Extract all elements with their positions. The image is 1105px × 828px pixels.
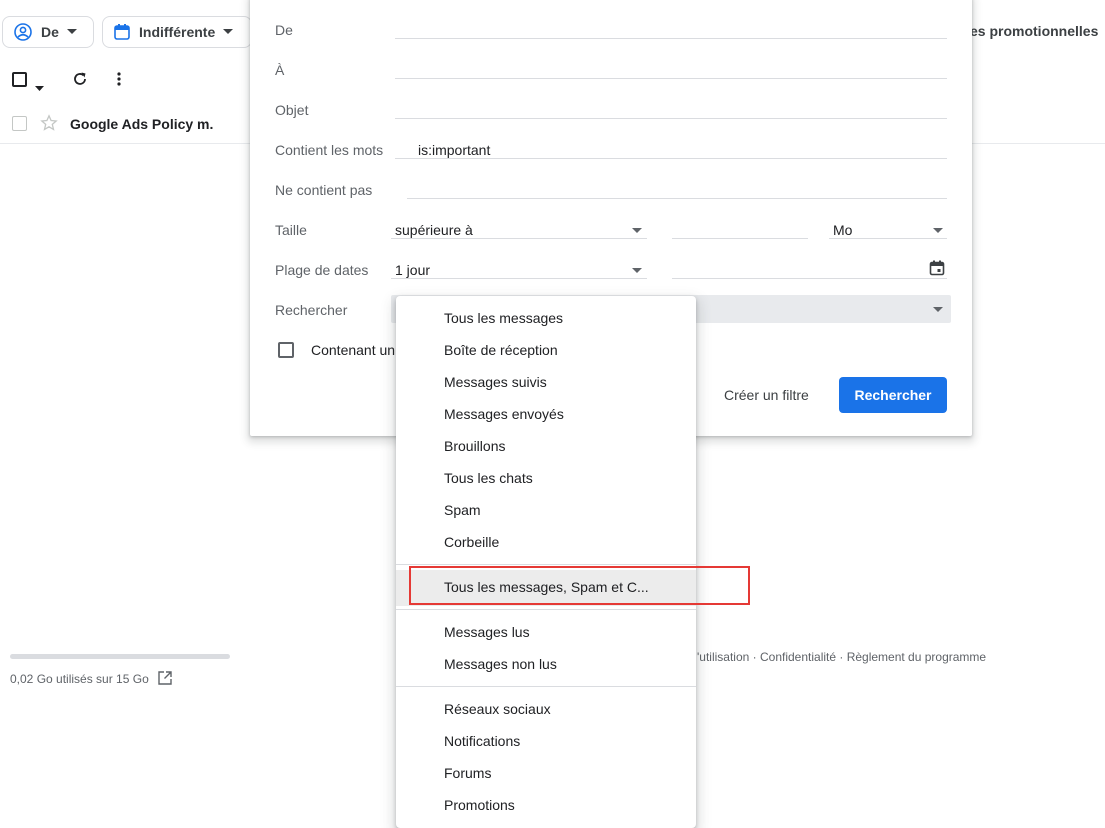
promotions-filter-chip[interactable]: es promotionnelles [970, 23, 1098, 39]
refresh-icon[interactable] [72, 71, 88, 92]
search-in-dropdown: Tous les messages Boîte de réception Mes… [396, 296, 696, 828]
size-unit-select[interactable]: Mo [833, 222, 852, 238]
has-words-input[interactable]: is:important [418, 142, 490, 158]
date-range-label: Plage de dates [275, 262, 369, 278]
chevron-down-icon [632, 268, 642, 273]
size-unit-underline [829, 238, 947, 239]
date-range-underline [391, 278, 647, 279]
has-attachment-label: Contenant un [311, 342, 396, 358]
to-label: À [275, 62, 285, 78]
from-filter-label: De [41, 24, 59, 40]
menu-separator [396, 564, 696, 565]
from-input[interactable] [395, 38, 947, 39]
option-social[interactable]: Réseaux sociaux [396, 693, 696, 725]
from-filter-chip[interactable]: De [2, 16, 94, 48]
size-value-input[interactable] [672, 238, 808, 239]
storage-usage-text: 0,02 Go utilisés sur 15 Go [10, 672, 149, 686]
option-inbox[interactable]: Boîte de réception [396, 334, 696, 366]
has-attachment-checkbox[interactable] [278, 342, 294, 358]
select-chevron-icon[interactable] [35, 78, 44, 96]
mail-list-row[interactable]: Google Ads Policy m. [0, 106, 260, 144]
option-sent[interactable]: Messages envoyés [396, 398, 696, 430]
storage-usage: 0,02 Go utilisés sur 15 Go [10, 671, 172, 688]
calendar-picker-icon[interactable] [929, 260, 945, 281]
option-forums[interactable]: Forums [396, 757, 696, 789]
option-updates[interactable]: Notifications [396, 725, 696, 757]
menu-separator [396, 609, 696, 610]
subject-input[interactable] [395, 118, 947, 119]
option-chats[interactable]: Tous les chats [396, 462, 696, 494]
option-trash[interactable]: Corbeille [396, 526, 696, 558]
chevron-down-icon [223, 29, 234, 35]
option-promotions[interactable]: Promotions [396, 789, 696, 821]
row-divider [0, 143, 260, 144]
doesnt-have-label: Ne contient pas [275, 182, 373, 198]
date-filter-chip[interactable]: Indifférente [102, 16, 252, 48]
select-all-checkbox[interactable] [12, 72, 27, 87]
chevron-down-icon [933, 228, 943, 233]
size-operator-underline [391, 238, 647, 239]
option-starred[interactable]: Messages suivis [396, 366, 696, 398]
highlight-box [409, 566, 750, 605]
row-divider [970, 143, 1105, 144]
calendar-icon [113, 23, 131, 41]
option-spam[interactable]: Spam [396, 494, 696, 526]
footer-links[interactable]: 'utilisation · Confidentialité · Règleme… [697, 650, 986, 664]
more-options-icon[interactable] [117, 72, 121, 91]
storage-bar [10, 654, 230, 659]
to-input[interactable] [395, 78, 947, 79]
search-in-label: Rechercher [275, 302, 348, 318]
has-words-underline [395, 158, 947, 159]
option-all-mail[interactable]: Tous les messages [396, 302, 696, 334]
date-input[interactable] [672, 278, 947, 279]
mail-sender: Google Ads Policy m. [70, 116, 214, 132]
star-icon[interactable] [40, 114, 58, 137]
chevron-down-icon [66, 29, 77, 35]
option-unread[interactable]: Messages non lus [396, 648, 696, 680]
account-circle-icon [13, 22, 33, 42]
chevron-down-icon [632, 228, 642, 233]
search-button[interactable]: Rechercher [839, 377, 947, 413]
size-operator-select[interactable]: supérieure à [395, 222, 473, 238]
has-words-label: Contient les mots [275, 142, 384, 158]
size-label: Taille [275, 222, 307, 238]
doesnt-have-input[interactable] [407, 198, 947, 199]
date-range-select[interactable]: 1 jour [395, 262, 430, 278]
date-filter-label: Indifférente [139, 24, 216, 40]
subject-label: Objet [275, 102, 309, 118]
create-filter-button[interactable]: Créer un filtre [716, 377, 817, 413]
open-in-new-icon[interactable] [158, 671, 172, 688]
from-label: De [275, 22, 293, 38]
option-drafts[interactable]: Brouillons [396, 430, 696, 462]
option-read[interactable]: Messages lus [396, 616, 696, 648]
chevron-down-icon [933, 307, 943, 312]
menu-separator [396, 686, 696, 687]
row-checkbox[interactable] [12, 116, 27, 131]
